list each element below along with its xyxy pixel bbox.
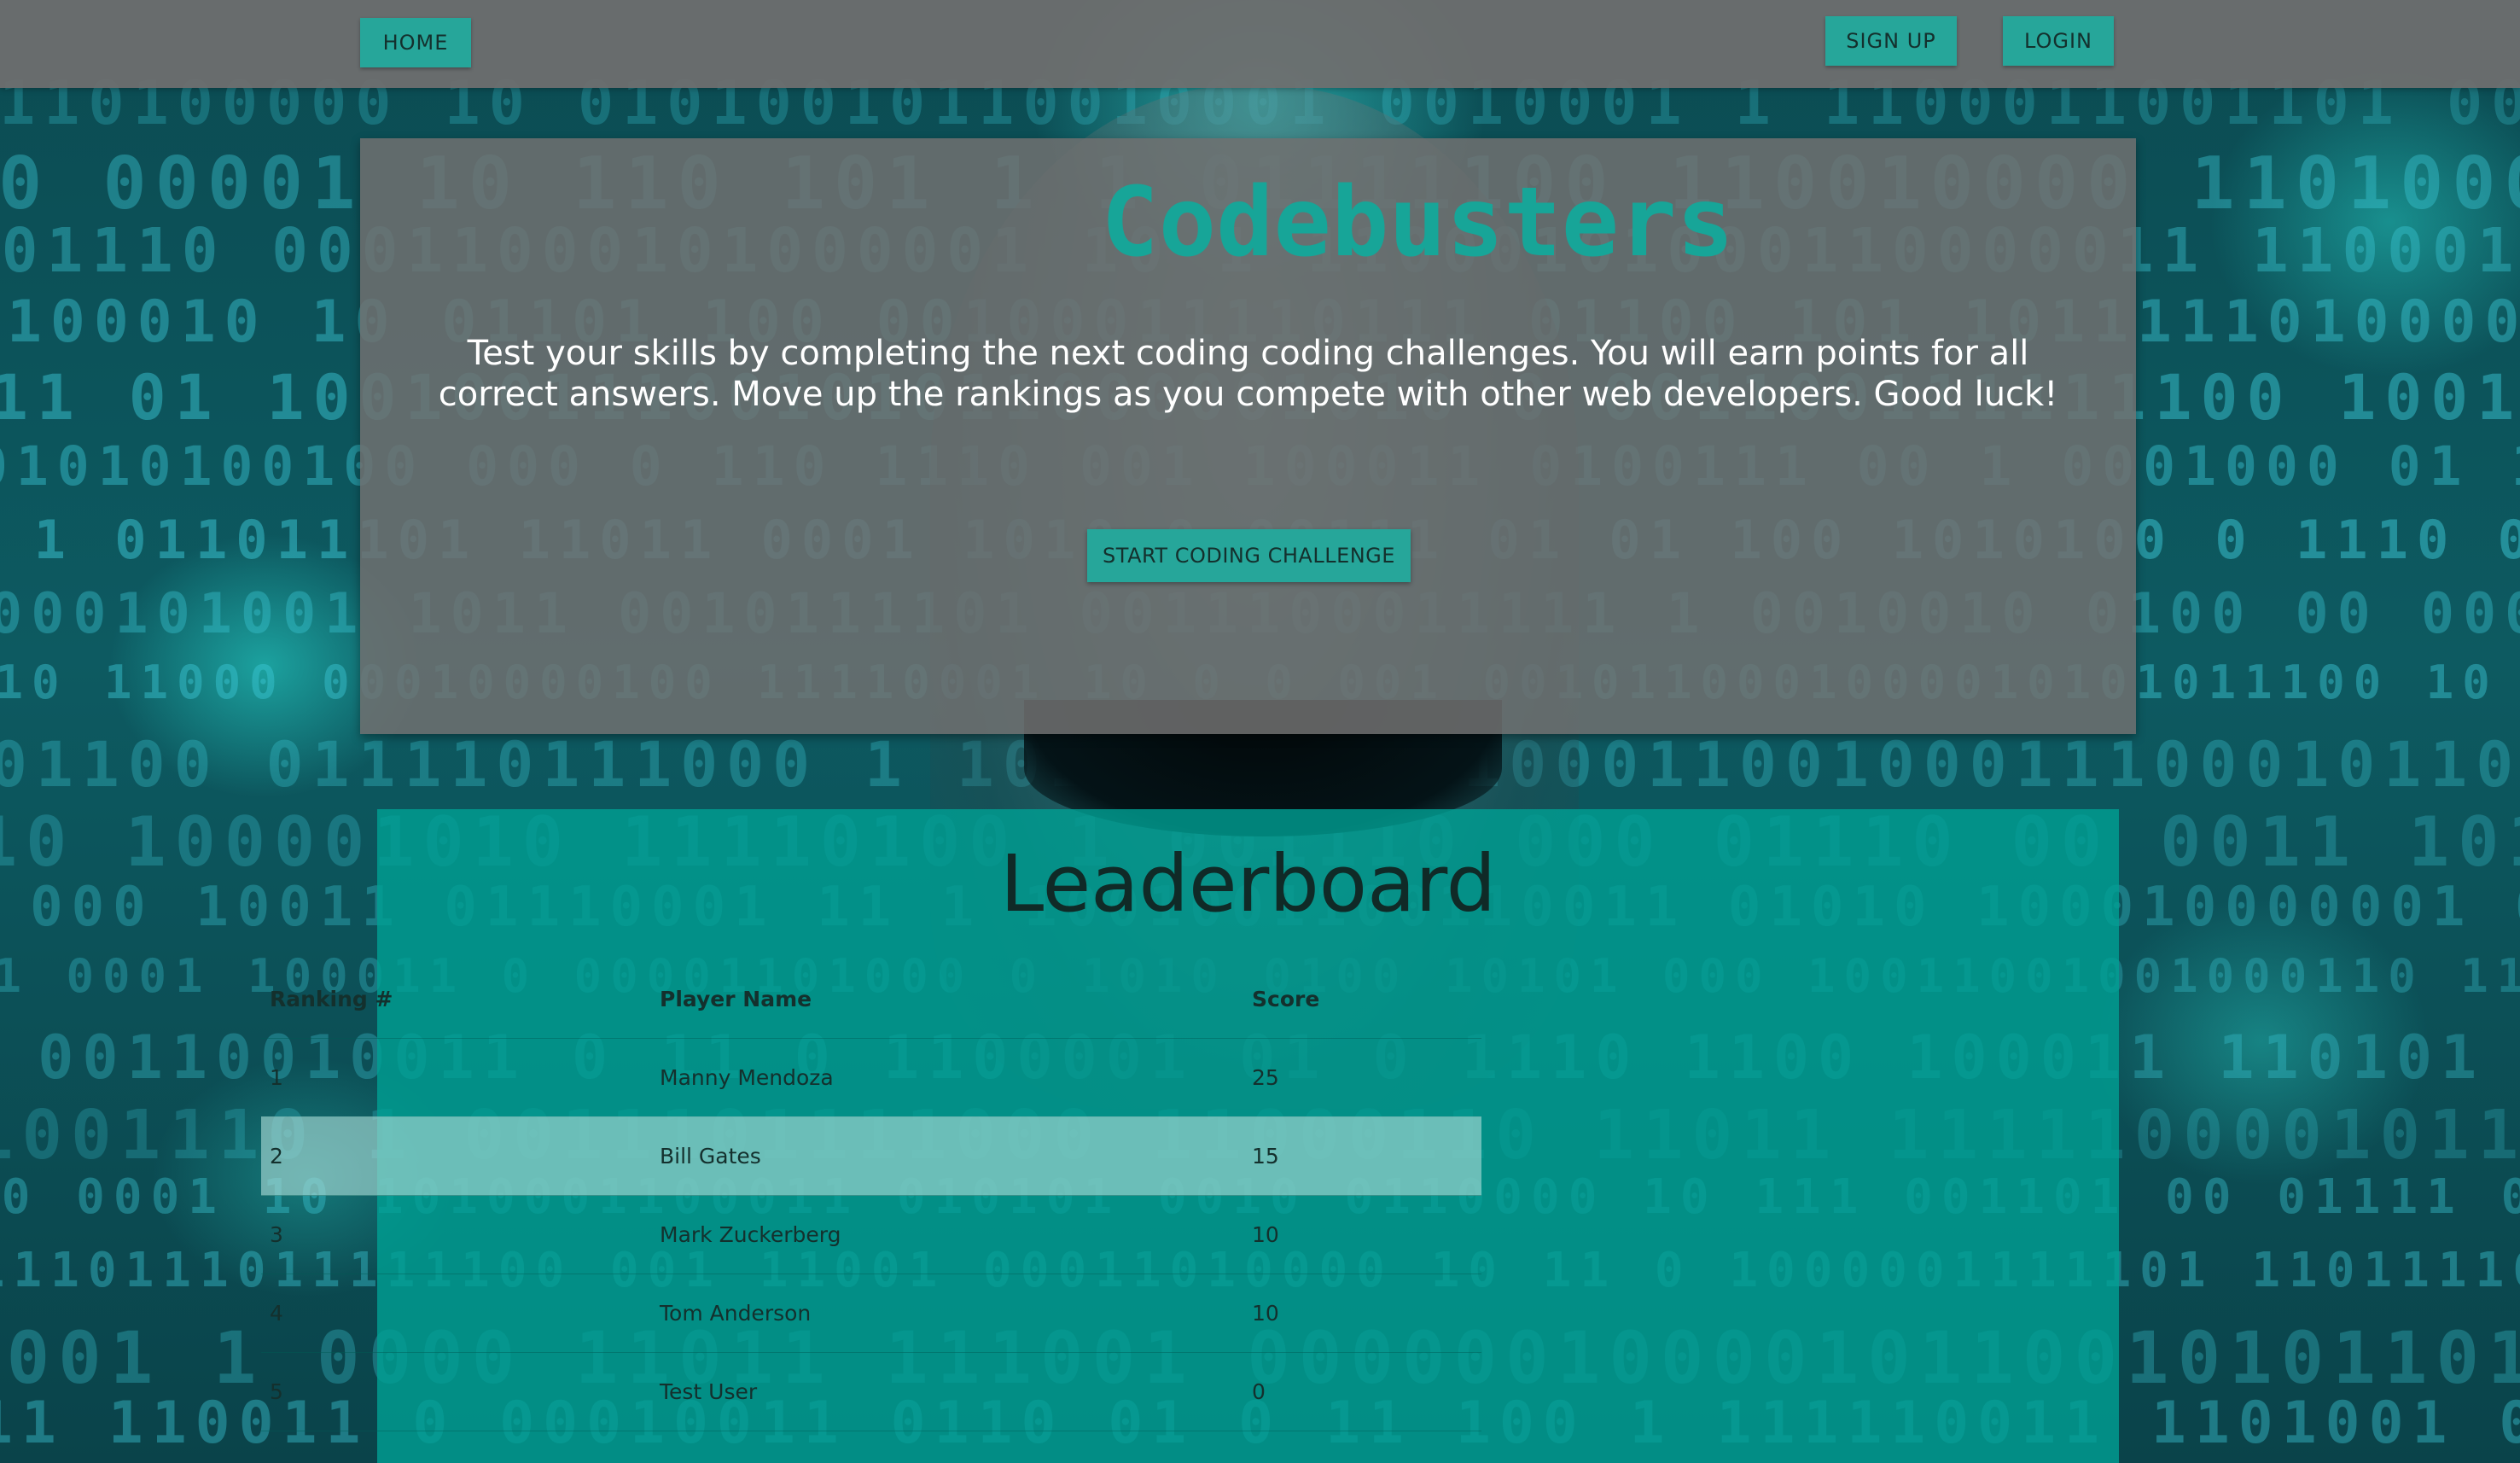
score-cell: 25 — [1252, 1064, 1279, 1090]
score-cell: 10 — [1252, 1221, 1279, 1247]
table-header-row: Ranking # Player Name Score — [261, 959, 1481, 1039]
rank-cell: 1 — [270, 1064, 283, 1090]
player-name-cell: Bill Gates — [660, 1143, 761, 1169]
player-name-cell: Tom Anderson — [660, 1300, 812, 1326]
player-name-cell: Test User — [660, 1378, 758, 1404]
column-header-ranking: Ranking # — [270, 986, 393, 1011]
home-button[interactable]: HOME — [360, 18, 471, 67]
table-row: 1 Manny Mendoza 25 — [261, 1038, 1481, 1117]
binary-digit-row: 101100 011110111000 1 1011001 0101000110… — [0, 729, 2520, 801]
table-row: 5 Test User 0 — [261, 1352, 1481, 1431]
hero-description: Test your skills by completing the next … — [438, 334, 2058, 414]
login-button[interactable]: LOGIN — [2003, 16, 2114, 66]
score-cell: 10 — [1252, 1300, 1279, 1326]
column-header-player-name: Player Name — [660, 986, 812, 1011]
hero-card: Codebusters Test your skills by completi… — [360, 138, 2136, 734]
rank-cell: 4 — [270, 1300, 283, 1326]
score-cell: 15 — [1252, 1143, 1279, 1169]
player-name-cell: Manny Mendoza — [660, 1064, 834, 1090]
table-row: 4 Tom Anderson 10 — [261, 1274, 1481, 1353]
start-coding-challenge-button[interactable]: START CODING CHALLENGE — [1087, 529, 1411, 582]
table-row-highlighted: 2 Bill Gates 15 — [261, 1116, 1481, 1196]
top-navbar: HOME SIGN UP LOGIN — [0, 0, 2520, 88]
site-title: Codebusters — [1101, 167, 1734, 278]
rank-cell: 3 — [270, 1221, 283, 1247]
column-header-score: Score — [1252, 986, 1320, 1011]
table-row: 3 Mark Zuckerberg 10 — [261, 1195, 1481, 1274]
leaderboard-title: Leaderboard — [999, 838, 1497, 930]
rank-cell: 2 — [270, 1143, 283, 1169]
rank-cell: 5 — [270, 1378, 283, 1404]
sign-up-button[interactable]: SIGN UP — [1825, 16, 1957, 66]
player-name-cell: Mark Zuckerberg — [660, 1221, 841, 1247]
score-cell: 0 — [1252, 1378, 1266, 1404]
